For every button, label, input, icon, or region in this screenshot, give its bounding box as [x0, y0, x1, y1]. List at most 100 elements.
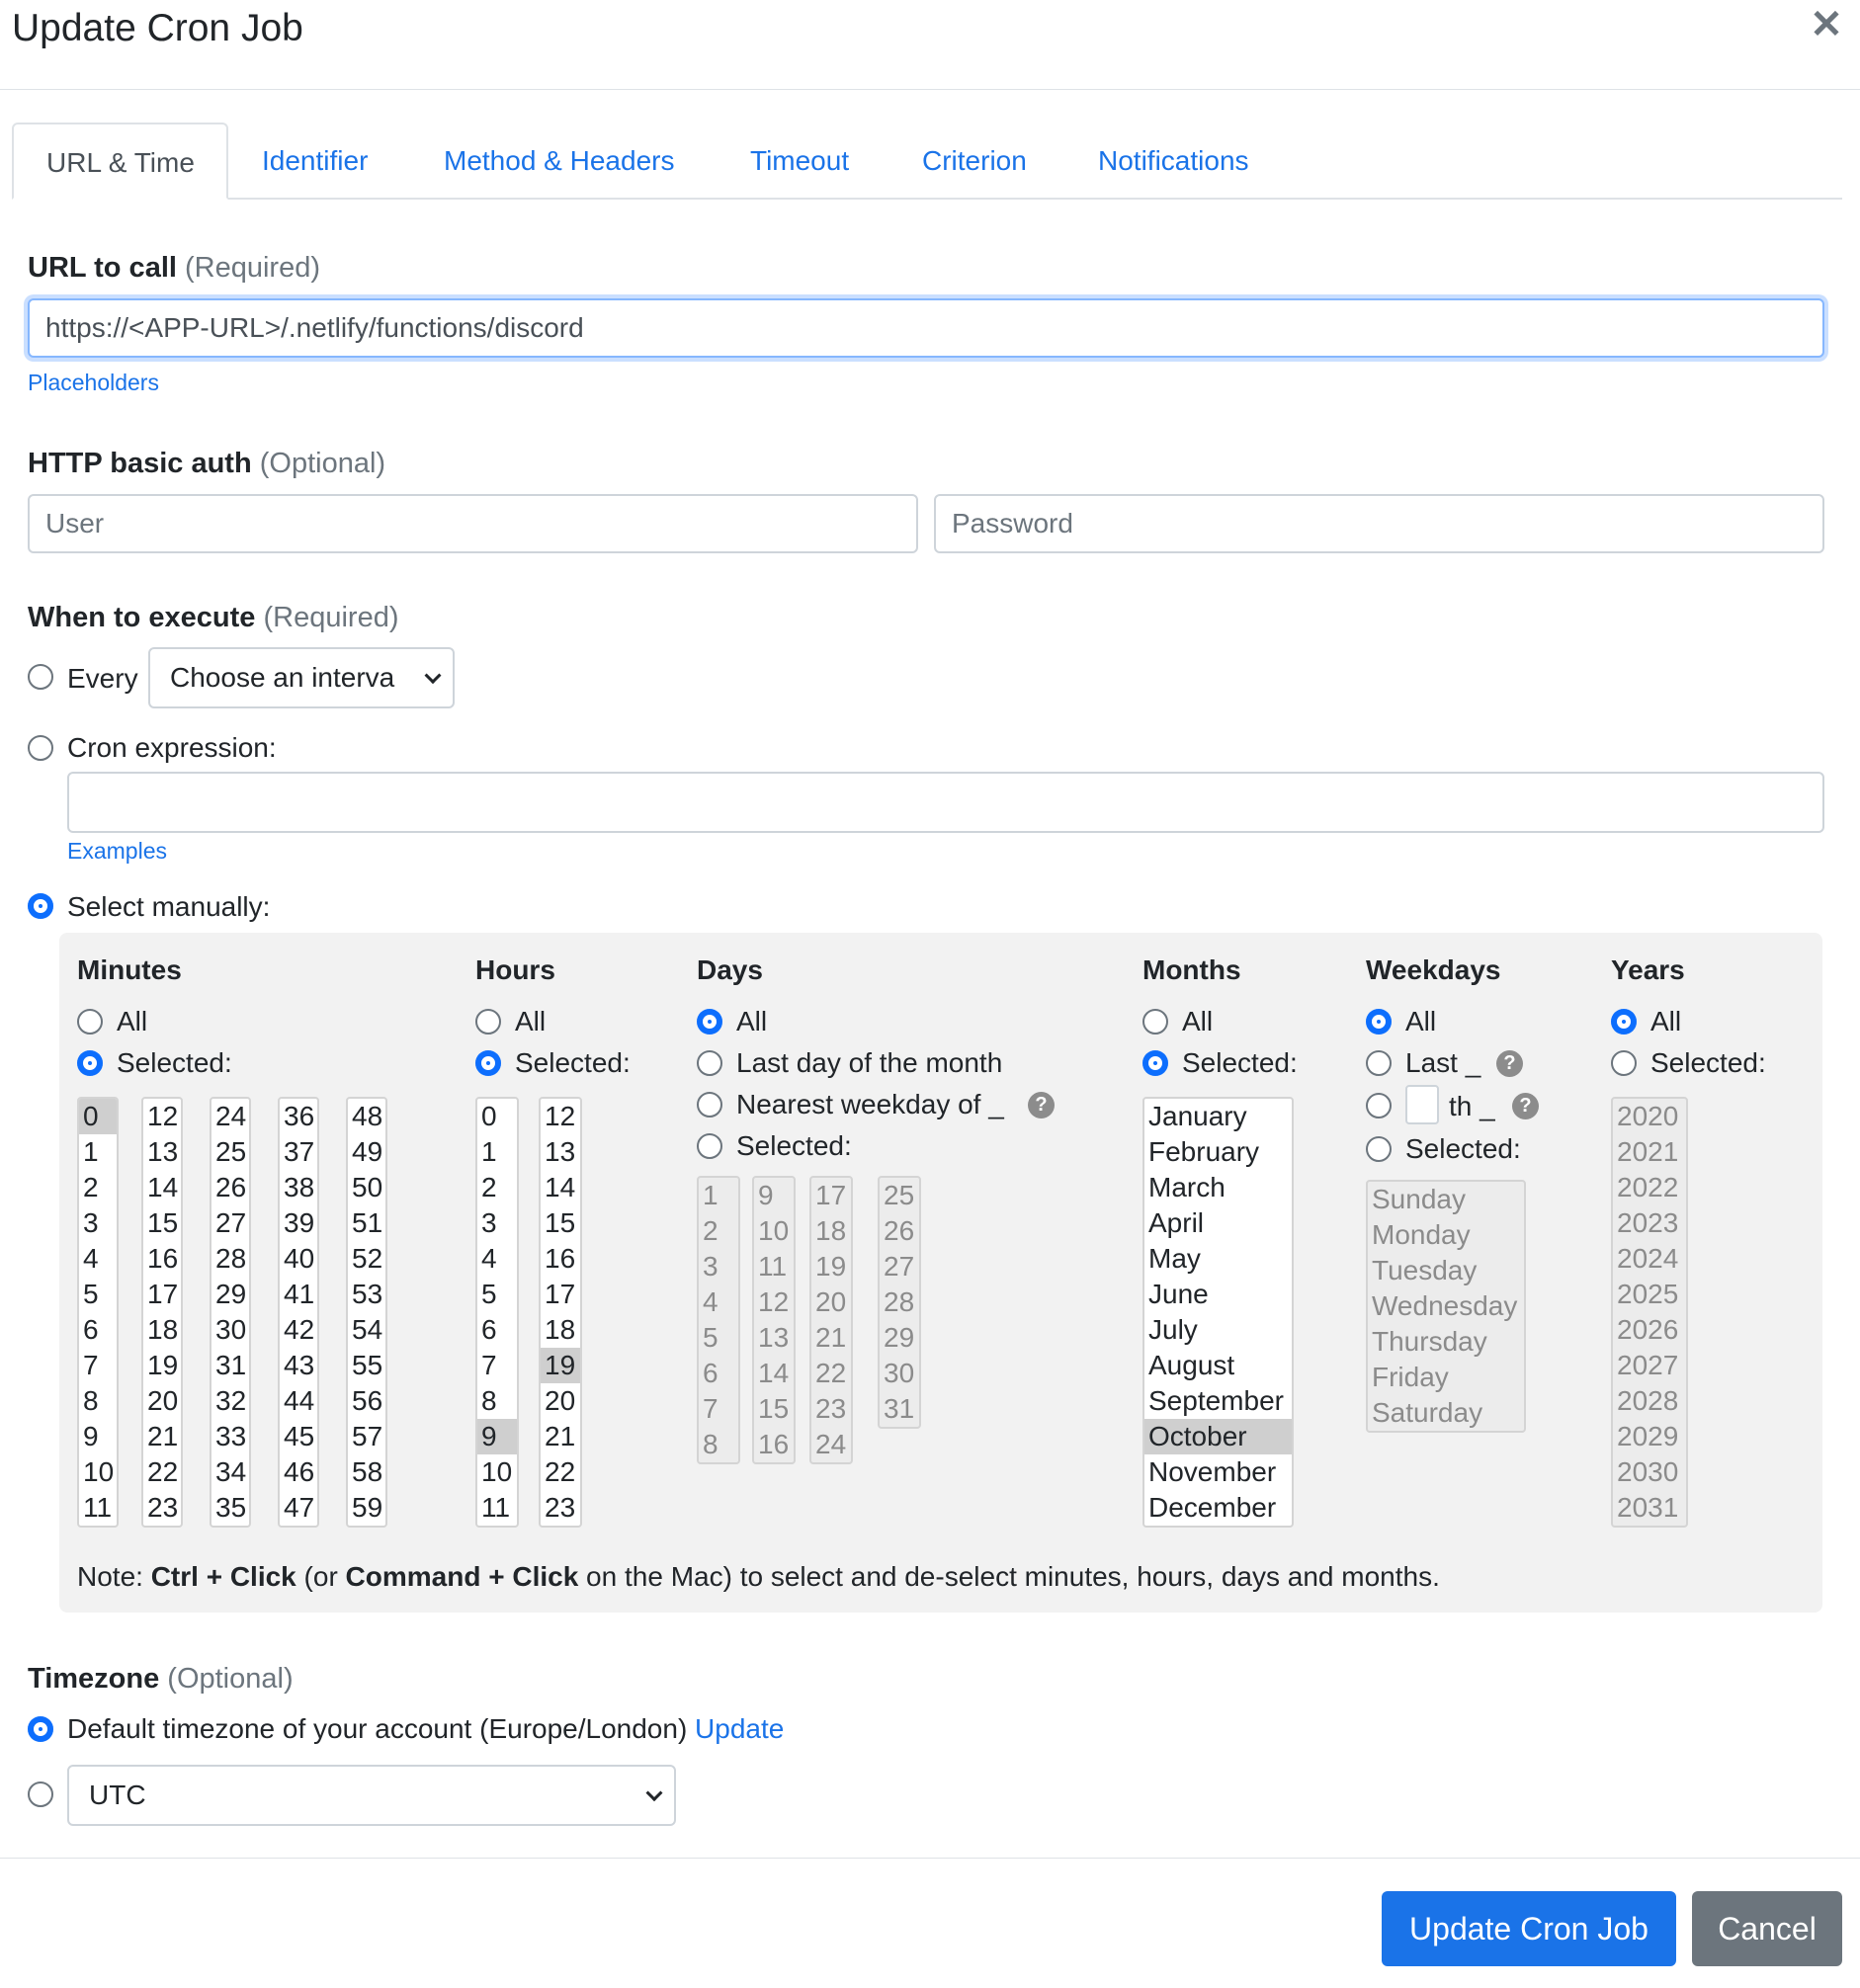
list-option[interactable]: 19	[541, 1348, 580, 1383]
list-option[interactable]: 24	[211, 1099, 249, 1134]
months-list[interactable]: January February March April May June July Augu…	[1142, 1097, 1294, 1528]
password-input[interactable]: Password	[934, 494, 1824, 553]
list-option[interactable]: 14	[541, 1170, 580, 1205]
list-option[interactable]: 9	[79, 1419, 117, 1454]
user-input[interactable]: User	[28, 494, 918, 553]
list-option[interactable]: 47	[280, 1490, 317, 1526]
list-option[interactable]: 48	[348, 1099, 385, 1134]
list-option[interactable]: 57	[348, 1419, 385, 1454]
list-option[interactable]: 21	[143, 1419, 181, 1454]
interval-select[interactable]: Choose an interva	[148, 647, 455, 708]
list-option[interactable]: February	[1144, 1134, 1292, 1170]
list-option[interactable]: 8	[79, 1383, 117, 1419]
list-option[interactable]: 58	[348, 1454, 385, 1490]
list-option[interactable]: 50	[348, 1170, 385, 1205]
list-option[interactable]: 37	[280, 1134, 317, 1170]
list-option[interactable]: 10	[79, 1454, 117, 1490]
list-option[interactable]: 42	[280, 1312, 317, 1348]
url-input[interactable]: https://<APP-URL>/.netlify/functions/dis…	[28, 298, 1824, 358]
list-option[interactable]: 18	[541, 1312, 580, 1348]
list-option[interactable]: November	[1144, 1454, 1292, 1490]
tab-notifications[interactable]: Notifications	[1065, 123, 1282, 200]
hours-all-radio[interactable]	[475, 1009, 501, 1035]
days-last-day-radio[interactable]	[697, 1050, 722, 1076]
list-option[interactable]: 12	[541, 1099, 580, 1134]
manual-radio[interactable]	[28, 893, 53, 919]
weekdays-nth-input[interactable]	[1405, 1085, 1439, 1124]
list-option[interactable]: January	[1144, 1099, 1292, 1134]
examples-link[interactable]: Examples	[67, 836, 167, 866]
list-option[interactable]: 59	[348, 1490, 385, 1526]
list-option[interactable]: 1	[477, 1134, 517, 1170]
weekdays-list[interactable]: Sunday Monday Tuesday Wednesday Thursday Frid…	[1366, 1180, 1526, 1433]
list-option[interactable]: April	[1144, 1205, 1292, 1241]
hours-list[interactable]: 0 1 2 3 4 5 6 7 8 9 10 11	[475, 1097, 519, 1528]
list-option[interactable]: 4	[477, 1241, 517, 1277]
days-list[interactable]: 17 18 19 20 21 22 23 24	[809, 1176, 853, 1464]
list-option[interactable]: July	[1144, 1312, 1292, 1348]
tab-identifier[interactable]: Identifier	[229, 123, 400, 200]
list-option[interactable]: 27	[211, 1205, 249, 1241]
list-option[interactable]: 55	[348, 1348, 385, 1383]
list-option[interactable]: 2	[79, 1170, 117, 1205]
list-option[interactable]: 16	[541, 1241, 580, 1277]
list-option[interactable]: 6	[79, 1312, 117, 1348]
weekdays-selected-radio[interactable]	[1366, 1136, 1392, 1162]
list-option[interactable]: 46	[280, 1454, 317, 1490]
list-option[interactable]: March	[1144, 1170, 1292, 1205]
hours-list[interactable]: 12 13 14 15 16 17 18 19 20 21 22 23	[539, 1097, 582, 1528]
tab-timeout[interactable]: Timeout	[718, 123, 882, 200]
timezone-default-radio[interactable]	[28, 1716, 53, 1742]
list-option[interactable]: 20	[143, 1383, 181, 1419]
list-option[interactable]: 34	[211, 1454, 249, 1490]
help-icon[interactable]: ?	[1512, 1093, 1539, 1119]
list-option[interactable]: 44	[280, 1383, 317, 1419]
list-option[interactable]: 5	[79, 1277, 117, 1312]
list-option[interactable]: 5	[477, 1277, 517, 1312]
list-option[interactable]: 11	[477, 1490, 517, 1526]
list-option[interactable]: 0	[79, 1099, 117, 1134]
list-option[interactable]: June	[1144, 1277, 1292, 1312]
minutes-list[interactable]: 0 1 2 3 4 5 6 7 8 9 10 11	[77, 1097, 119, 1528]
list-option[interactable]: 49	[348, 1134, 385, 1170]
list-option[interactable]: 22	[143, 1454, 181, 1490]
list-option[interactable]: September	[1144, 1383, 1292, 1419]
list-option[interactable]: 17	[143, 1277, 181, 1312]
list-option[interactable]: 38	[280, 1170, 317, 1205]
list-option[interactable]: 12	[143, 1099, 181, 1134]
days-all-radio[interactable]	[697, 1009, 722, 1035]
list-option[interactable]: May	[1144, 1241, 1292, 1277]
list-option[interactable]: 30	[211, 1312, 249, 1348]
minutes-list[interactable]: 24 25 26 27 28 29 30 31 32 33 34 35	[210, 1097, 251, 1528]
hours-selected-radio[interactable]	[475, 1050, 501, 1076]
list-option[interactable]: 43	[280, 1348, 317, 1383]
days-list[interactable]: 1 2 3 4 5 6 7 8	[697, 1176, 740, 1464]
list-option[interactable]: 11	[79, 1490, 117, 1526]
list-option[interactable]: 3	[477, 1205, 517, 1241]
list-option[interactable]: 39	[280, 1205, 317, 1241]
weekdays-last-radio[interactable]	[1366, 1050, 1392, 1076]
timezone-custom-radio[interactable]	[28, 1781, 53, 1807]
list-option[interactable]: 53	[348, 1277, 385, 1312]
help-icon[interactable]: ?	[1496, 1050, 1523, 1077]
cron-radio[interactable]	[28, 735, 53, 761]
list-option[interactable]: 17	[541, 1277, 580, 1312]
list-option[interactable]: 36	[280, 1099, 317, 1134]
list-option[interactable]: 4	[79, 1241, 117, 1277]
list-option[interactable]: 54	[348, 1312, 385, 1348]
list-option[interactable]: 6	[477, 1312, 517, 1348]
close-icon[interactable]: ✕	[1807, 2, 1846, 47]
list-option[interactable]: 51	[348, 1205, 385, 1241]
list-option[interactable]: 10	[477, 1454, 517, 1490]
list-option[interactable]: 25	[211, 1134, 249, 1170]
list-option[interactable]: 8	[477, 1383, 517, 1419]
list-option[interactable]: 45	[280, 1419, 317, 1454]
list-option[interactable]: 20	[541, 1383, 580, 1419]
years-list[interactable]: 2020 2021 2022 2023 2024 2025 2026 2027 2028 2029…	[1611, 1097, 1688, 1528]
list-option[interactable]: 29	[211, 1277, 249, 1312]
months-all-radio[interactable]	[1142, 1009, 1168, 1035]
list-option[interactable]: 7	[79, 1348, 117, 1383]
years-all-radio[interactable]	[1611, 1009, 1637, 1035]
days-nearest-radio[interactable]	[697, 1092, 722, 1118]
weekdays-nth-radio[interactable]	[1366, 1093, 1392, 1118]
